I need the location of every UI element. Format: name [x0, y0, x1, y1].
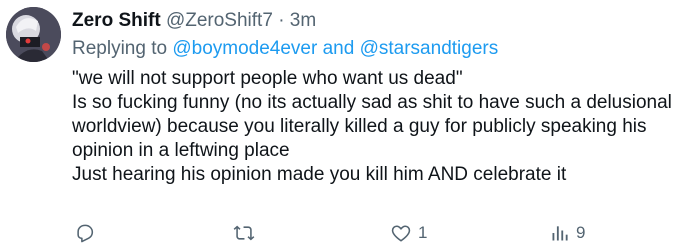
- avatar[interactable]: [6, 7, 61, 62]
- tweet-text-line: opinion in a leftwing place: [72, 140, 290, 161]
- tweet-text-line: "we will not support people who want us …: [72, 68, 463, 89]
- display-name[interactable]: Zero Shift: [72, 10, 161, 31]
- user-handle[interactable]: @ZeroShift7: [166, 10, 273, 31]
- tweet-actions: 1 9: [74, 220, 674, 246]
- views-count: 9: [576, 223, 586, 242]
- views-button[interactable]: 9: [550, 220, 585, 246]
- retweet-button[interactable]: [232, 220, 256, 246]
- replying-to-line: Replying to @boymode4ever and @starsandt…: [72, 37, 695, 61]
- like-button[interactable]: 1: [390, 220, 427, 246]
- tweet-header: Zero Shift @ZeroShift7 · 3m: [72, 9, 695, 33]
- tweet-text: "we will not support people who want us …: [72, 67, 695, 187]
- mention-link[interactable]: @starsandtigers: [360, 38, 499, 59]
- heart-icon: [390, 222, 412, 244]
- reply-button[interactable]: [74, 220, 96, 246]
- like-count: 1: [418, 223, 428, 242]
- timestamp[interactable]: 3m: [290, 10, 316, 31]
- tweet-text-line: worldview) because you literally killed …: [72, 116, 647, 137]
- retweet-icon: [232, 222, 256, 244]
- reply-icon: [74, 222, 96, 244]
- tweet-text-line: Just hearing his opinion made you kill h…: [72, 164, 567, 185]
- tweet-content: Zero Shift @ZeroShift7 · 3m Replying to …: [72, 9, 695, 187]
- replying-to-label: Replying to: [72, 38, 168, 59]
- header-separator: ·: [278, 10, 285, 31]
- views-chart-icon: [550, 222, 570, 244]
- replying-to-joiner[interactable]: and: [323, 38, 355, 59]
- tweet[interactable]: Zero Shift @ZeroShift7 · 3m Replying to …: [0, 0, 695, 250]
- tweet-text-line: Is so fucking funny (no its actually sad…: [72, 92, 672, 113]
- mention-link[interactable]: @boymode4ever: [172, 38, 317, 59]
